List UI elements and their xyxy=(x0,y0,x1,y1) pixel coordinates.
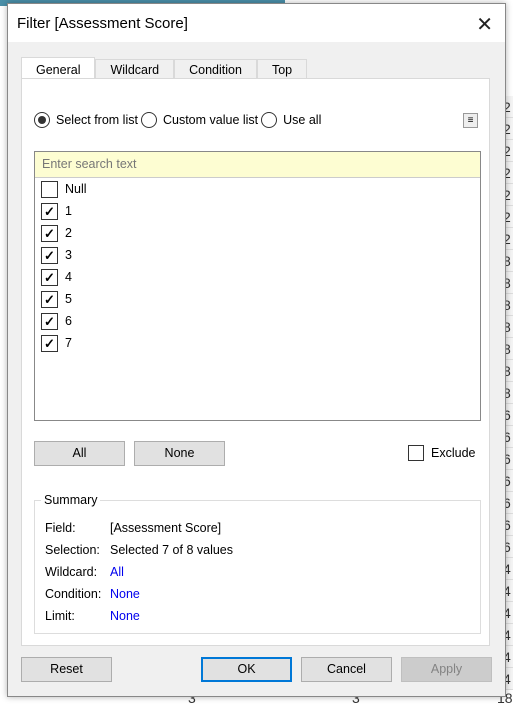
value-list: Enter search text Null ✓ 1 ✓ 2 ✓ 3 ✓ 4 ✓ 5 ✓ 6 ✓ 7 xyxy=(34,151,481,421)
all-button[interactable]: All xyxy=(34,441,125,466)
summary-key: Limit: xyxy=(45,609,75,623)
dialog-title: Filter [Assessment Score] xyxy=(17,15,188,32)
title-bar: Filter [Assessment Score] ✕ xyxy=(8,4,505,42)
list-menu-icon[interactable]: ≡ xyxy=(463,113,478,128)
summary-row: Selection: Selected 7 of 8 values xyxy=(45,543,233,557)
item-label: 6 xyxy=(65,314,72,328)
tab-condition[interactable]: Condition xyxy=(174,59,257,80)
summary-key: Field: xyxy=(45,521,76,535)
summary-value[interactable]: None xyxy=(110,609,140,623)
checkbox-icon[interactable]: ✓ xyxy=(41,202,58,220)
radio-icon[interactable] xyxy=(261,112,278,128)
close-icon[interactable]: ✕ xyxy=(476,12,493,37)
summary-row: Condition: None xyxy=(45,587,140,601)
checkbox-icon[interactable] xyxy=(41,180,58,198)
radio-label: Use all xyxy=(283,113,322,127)
tab-top[interactable]: Top xyxy=(256,59,308,80)
summary-value[interactable]: All xyxy=(110,565,124,579)
search-input[interactable]: Enter search text xyxy=(35,152,480,178)
radio-label: Select from list xyxy=(56,113,138,127)
summary-value[interactable]: None xyxy=(110,587,140,601)
tab-bar: General Wildcard Condition Top xyxy=(21,56,308,81)
item-label: 1 xyxy=(65,204,72,218)
radio-custom-value-list[interactable]: Custom value list xyxy=(140,112,259,128)
radio-icon[interactable] xyxy=(34,112,50,128)
checkbox-icon[interactable]: ✓ xyxy=(41,334,58,352)
item-label: 2 xyxy=(65,226,72,240)
summary-key: Condition: xyxy=(45,587,102,601)
item-label: 7 xyxy=(65,336,72,350)
summary-key: Selection: xyxy=(45,543,100,557)
item-label: Null xyxy=(65,182,87,196)
exclude-label: Exclude xyxy=(431,446,476,460)
cancel-button[interactable]: Cancel xyxy=(301,657,392,682)
apply-button[interactable]: Apply xyxy=(401,657,492,682)
summary-box: Summary Field: [Assessment Score] Selectio… xyxy=(34,493,481,634)
list-item[interactable]: ✓ 4 xyxy=(35,266,480,288)
filter-dialog: Filter [Assessment Score] ✕ General Wild… xyxy=(7,3,506,697)
item-label: 3 xyxy=(65,248,72,262)
tab-wildcard[interactable]: Wildcard xyxy=(95,59,175,80)
list-item[interactable]: ✓ 5 xyxy=(35,288,480,310)
ok-button[interactable]: OK xyxy=(201,657,292,682)
summary-row: Field: [Assessment Score] xyxy=(45,521,221,535)
summary-value: [Assessment Score] xyxy=(110,521,222,535)
list-item[interactable]: ✓ 7 xyxy=(35,332,480,354)
general-panel: Select from list Custom value list Use a… xyxy=(21,78,490,646)
radio-label: Custom value list xyxy=(162,113,259,127)
summary-key: Wildcard: xyxy=(45,565,98,579)
checkbox-icon[interactable]: ✓ xyxy=(41,268,58,286)
radio-use-all[interactable]: Use all xyxy=(261,112,321,128)
checkbox-icon[interactable]: ✓ xyxy=(41,290,58,308)
item-label: 4 xyxy=(65,270,72,284)
summary-heading: Summary xyxy=(41,493,101,507)
item-label: 5 xyxy=(65,292,72,306)
list-item[interactable]: Null xyxy=(35,178,480,200)
checkbox-icon[interactable]: ✓ xyxy=(41,312,58,330)
summary-row: Limit: None xyxy=(45,609,140,623)
list-item[interactable]: ✓ 3 xyxy=(35,244,480,266)
reset-button[interactable]: Reset xyxy=(21,657,112,682)
none-button[interactable]: None xyxy=(134,441,225,466)
summary-row: Wildcard: All xyxy=(45,565,124,579)
mode-radio-group: Select from list Custom value list Use a… xyxy=(34,112,324,128)
radio-icon[interactable] xyxy=(140,112,157,128)
summary-value: Selected 7 of 8 values xyxy=(110,543,233,557)
list-item[interactable]: ✓ 2 xyxy=(35,222,480,244)
checkbox-icon[interactable]: ✓ xyxy=(41,246,58,264)
checkbox-icon[interactable]: ✓ xyxy=(41,224,58,242)
checkbox-icon[interactable] xyxy=(408,445,424,461)
list-item[interactable]: ✓ 1 xyxy=(35,200,480,222)
radio-select-from-list[interactable]: Select from list xyxy=(34,112,138,128)
list-item[interactable]: ✓ 6 xyxy=(35,310,480,332)
exclude-checkbox[interactable]: Exclude xyxy=(408,445,475,461)
